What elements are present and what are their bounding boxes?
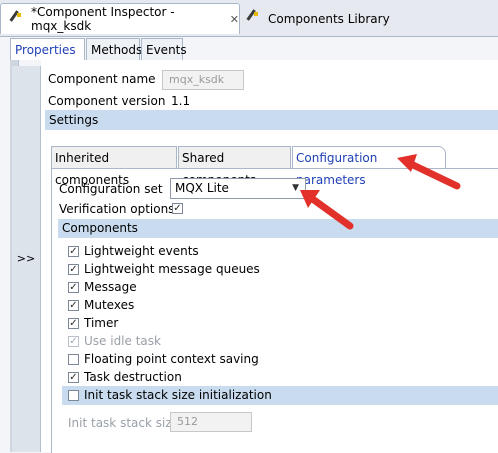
- component-item-label: Floating point context saving: [84, 352, 259, 366]
- component-inspector-icon: [9, 9, 25, 29]
- tab-components-library-label: Components Library: [268, 11, 390, 26]
- tab-shared-components[interactable]: Shared components: [178, 146, 291, 187]
- tab-component-inspector-label: *Component Inspector - mqx_ksdk: [31, 5, 175, 33]
- component-item-label: Message: [84, 280, 137, 294]
- editor-tab-bar: *Component Inspector - mqx_ksdk ✕ Compon…: [0, 0, 498, 36]
- tab-methods[interactable]: Methods: [86, 38, 142, 60]
- tab-properties[interactable]: Properties: [10, 38, 85, 60]
- component-item-label: Lightweight message queues: [84, 262, 260, 276]
- configuration-set-label: Configuration set: [59, 182, 163, 196]
- components-header[interactable]: Components: [58, 219, 498, 238]
- component-item-label: Use idle task: [84, 334, 161, 348]
- settings-header[interactable]: Settings: [45, 110, 498, 130]
- init-task-checkbox[interactable]: [68, 390, 79, 401]
- component-checkbox[interactable]: [68, 246, 79, 257]
- component-checkbox[interactable]: [68, 282, 79, 293]
- component-checkbox: [68, 336, 79, 347]
- configuration-set-select[interactable]: MQX Lite ▼: [170, 178, 306, 199]
- component-item-label: Lightweight events: [84, 244, 199, 258]
- component-checkbox[interactable]: [68, 300, 79, 311]
- close-icon[interactable]: ✕: [230, 13, 239, 26]
- callout-arrow-tab: [397, 154, 461, 190]
- tab-component-inspector[interactable]: *Component Inspector - mqx_ksdk ✕: [0, 3, 240, 34]
- component-item-label: Task destruction: [84, 370, 182, 384]
- verification-options-label: Verification options: [59, 202, 175, 216]
- verification-options-checkbox[interactable]: [172, 203, 183, 214]
- components-library-icon: [246, 9, 262, 28]
- component-version-label: Component version: [48, 94, 166, 108]
- component-checkbox[interactable]: [68, 264, 79, 275]
- init-task-label: Init task stack size initialization: [84, 388, 272, 402]
- tab-components-library[interactable]: Components Library: [246, 3, 436, 34]
- component-version-value: 1.1: [171, 94, 191, 108]
- tab-events[interactable]: Events: [141, 38, 187, 60]
- component-name-label: Component name: [48, 72, 156, 86]
- init-stack-size-label: Init task stack size: [68, 416, 180, 430]
- component-item-label: Mutexes: [84, 298, 135, 312]
- tab-inherited-components[interactable]: Inherited components: [51, 146, 177, 187]
- component-checkbox[interactable]: [68, 318, 79, 329]
- init-stack-size-field: 512: [170, 412, 252, 432]
- component-checkbox[interactable]: [68, 354, 79, 365]
- component-item-label: Timer: [84, 316, 119, 330]
- configuration-set-value: MQX Lite: [175, 181, 229, 195]
- callout-arrow-select: [300, 190, 354, 230]
- component-name-field: mqx_ksdk: [162, 70, 244, 90]
- component-checkbox[interactable]: [68, 372, 79, 383]
- expand-button[interactable]: >>: [12, 252, 40, 268]
